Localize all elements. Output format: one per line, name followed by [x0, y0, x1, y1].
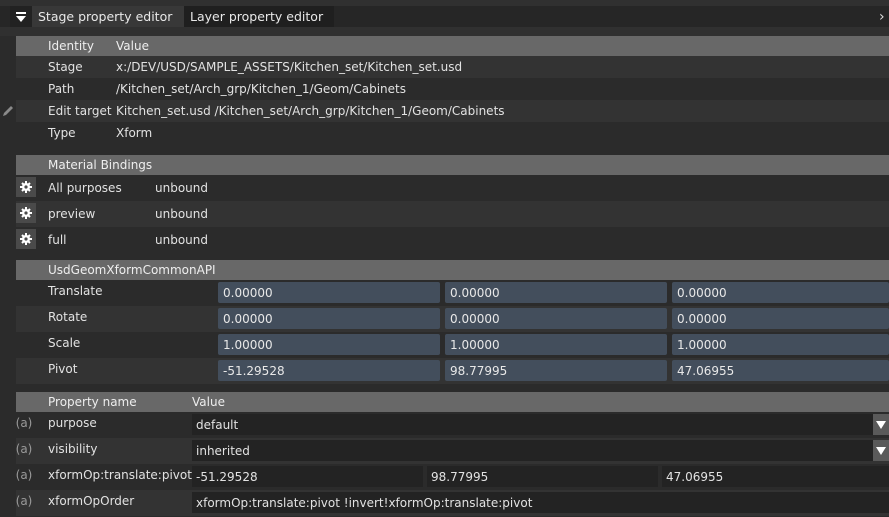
tab-stage-property-editor[interactable]: Stage property editor	[32, 6, 188, 27]
properties-header: Property name Value	[16, 392, 889, 412]
binding-label: All purposes	[48, 181, 122, 195]
scale-z-field[interactable]: 1.00000	[672, 334, 889, 355]
row-label: Pivot	[48, 362, 78, 376]
row-label: Path	[48, 82, 75, 96]
scale-y-field[interactable]: 1.00000	[445, 334, 667, 355]
row-value: Kitchen_set.usd /Kitchen_set/Arch_grp/Ki…	[116, 104, 505, 118]
binding-value: unbound	[155, 181, 208, 195]
pivot-z-value[interactable]: 47.06955	[662, 466, 889, 487]
gear-icon[interactable]	[16, 229, 36, 249]
pivot-x-field[interactable]: -51.29528	[218, 360, 440, 381]
chevron-down-icon[interactable]	[873, 414, 889, 435]
binding-value: unbound	[155, 207, 208, 221]
tab-bar: Stage property editor Layer property edi…	[0, 0, 889, 36]
panel-menu-button[interactable]	[10, 6, 32, 27]
tab-layer-property-editor[interactable]: Layer property editor	[184, 6, 334, 27]
value-column-header: Value	[116, 39, 149, 53]
identity-row-type: Type Xform	[16, 122, 889, 144]
translate-x-field[interactable]: 0.00000	[218, 282, 440, 303]
property-name: xformOpOrder	[48, 494, 135, 508]
row-label: Type	[48, 126, 76, 140]
xform-common-api-section: UsdGeomXformCommonAPI Translate 0.00000 …	[16, 260, 889, 384]
row-label: Stage	[48, 60, 83, 74]
section-title: UsdGeomXformCommonAPI	[48, 263, 216, 277]
binding-label: preview	[48, 207, 96, 221]
attribute-marker: (a)	[15, 468, 33, 482]
rotate-y-field[interactable]: 0.00000	[445, 308, 667, 329]
purpose-dropdown[interactable]: default	[192, 414, 889, 435]
binding-label: full	[48, 233, 67, 247]
row-label: Rotate	[48, 310, 88, 324]
rotate-x-field[interactable]: 0.00000	[218, 308, 440, 329]
pivot-y-value[interactable]: 98.77995	[427, 466, 658, 487]
section-title: Material Bindings	[48, 158, 153, 172]
identity-header: Identity Value	[16, 36, 889, 56]
gear-icon[interactable]	[16, 177, 36, 197]
pivot-x-value[interactable]: -51.29528	[192, 466, 423, 487]
pencil-icon[interactable]	[0, 100, 16, 122]
xform-row-pivot: Pivot -51.29528 98.77995 47.06955	[16, 358, 889, 384]
property-name: purpose	[48, 416, 97, 430]
material-bindings-header: Material Bindings	[16, 155, 889, 175]
value-column-header: Value	[192, 395, 225, 409]
row-label: Scale	[48, 336, 81, 350]
menu-triangle-icon	[16, 11, 26, 22]
property-row-purpose: (a) purpose default	[16, 412, 889, 438]
scale-x-field[interactable]: 1.00000	[218, 334, 440, 355]
visibility-dropdown[interactable]: inherited	[192, 440, 889, 461]
property-name-column-header: Property name	[48, 395, 137, 409]
property-name: xformOp:translate:pivot	[48, 468, 192, 482]
xform-row-scale: Scale 1.00000 1.00000 1.00000	[16, 332, 889, 358]
row-value: x:/DEV/USD/SAMPLE_ASSETS/Kitchen_set/Kit…	[116, 60, 463, 74]
attribute-marker: (a)	[15, 494, 33, 508]
row-label: Edit target	[48, 104, 112, 118]
row-label: Translate	[48, 284, 103, 298]
translate-z-field[interactable]: 0.00000	[672, 282, 889, 303]
translate-y-field[interactable]: 0.00000	[445, 282, 667, 303]
binding-row-preview: preview unbound	[16, 201, 889, 227]
property-row-visibility: (a) visibility inherited	[16, 438, 889, 464]
xform-row-rotate: Rotate 0.00000 0.00000 0.00000	[16, 306, 889, 332]
identity-section: Identity Value Stage x:/DEV/USD/SAMPLE_A…	[3, 36, 889, 144]
property-row-xform-op-order: (a) xformOpOrder xformOp:translate:pivot…	[16, 490, 889, 516]
identity-column-header: Identity	[48, 39, 94, 53]
chevron-down-icon[interactable]	[873, 440, 889, 461]
attribute-marker: (a)	[15, 416, 33, 430]
gear-icon[interactable]	[16, 203, 36, 223]
xform-api-header: UsdGeomXformCommonAPI	[16, 260, 889, 280]
rotate-z-field[interactable]: 0.00000	[672, 308, 889, 329]
material-bindings-section: Material Bindings All purposes unbound p…	[16, 155, 889, 253]
binding-row-full: full unbound	[16, 227, 889, 253]
row-value: /Kitchen_set/Arch_grp/Kitchen_1/Geom/Cab…	[116, 82, 406, 96]
tab-scroll-right-icon[interactable]: ›	[879, 8, 889, 26]
xform-row-translate: Translate 0.00000 0.00000 0.00000	[16, 280, 889, 306]
properties-section: Property name Value (a) purpose default …	[16, 392, 889, 516]
row-value: Xform	[116, 126, 153, 140]
identity-row-edit-target: Edit target Kitchen_set.usd /Kitchen_set…	[3, 100, 889, 122]
xform-op-order-field[interactable]: xformOp:translate:pivot !invert!xformOp:…	[192, 492, 889, 513]
pivot-y-field[interactable]: 98.77995	[445, 360, 667, 381]
attribute-marker: (a)	[15, 442, 33, 456]
property-row-translate-pivot: (a) xformOp:translate:pivot -51.29528 98…	[16, 464, 889, 490]
identity-row-stage: Stage x:/DEV/USD/SAMPLE_ASSETS/Kitchen_s…	[16, 56, 889, 78]
identity-row-path: Path /Kitchen_set/Arch_grp/Kitchen_1/Geo…	[16, 78, 889, 100]
binding-row-all-purposes: All purposes unbound	[16, 175, 889, 201]
pivot-z-field[interactable]: 47.06955	[672, 360, 889, 381]
binding-value: unbound	[155, 233, 208, 247]
property-name: visibility	[48, 442, 98, 456]
